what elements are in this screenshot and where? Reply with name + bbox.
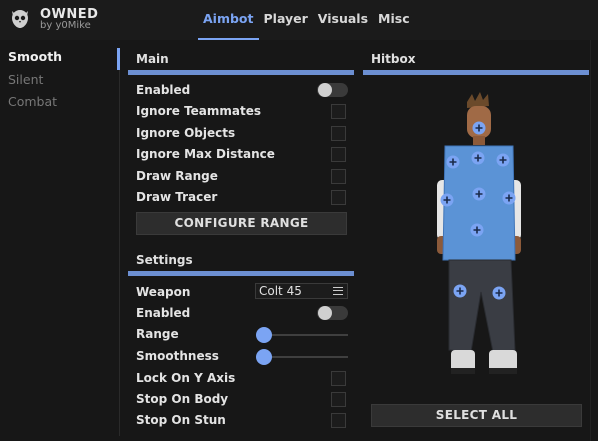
smoothness-row: Smoothness [136, 346, 348, 367]
weapon-select-value: Colt 45 [259, 284, 302, 298]
main-section-title: Main [136, 52, 169, 66]
sidebar-active-indicator [117, 48, 120, 70]
weapon-row: Weapon Colt 45 [136, 282, 348, 303]
lock-y-axis-label: Lock On Y Axis [136, 371, 236, 385]
ignore-teammates-row: Ignore Teammates [136, 101, 348, 122]
app-window: OWNED by y0Mike Aimbot Player Visuals Mi… [0, 0, 598, 441]
hitbox-section-bar [363, 70, 589, 75]
stop-on-body-row: Stop On Body [136, 389, 348, 410]
sidebar-item-combat[interactable]: Combat [0, 91, 117, 114]
ignore-objects-label: Ignore Objects [136, 126, 236, 140]
sidebar-item-silent[interactable]: Silent [0, 69, 117, 92]
app-subtitle: by y0Mike [40, 20, 91, 31]
crosshair-plus-icon[interactable] [446, 155, 460, 169]
ignore-objects-checkbox[interactable] [331, 126, 346, 141]
draw-tracer-row: Draw Tracer [136, 187, 348, 208]
settings-section-title: Settings [136, 253, 193, 267]
stop-on-stun-checkbox[interactable] [331, 413, 346, 428]
main-enabled-label: Enabled [136, 83, 191, 97]
configure-range-button[interactable]: CONFIGURE RANGE [136, 212, 347, 235]
tab-misc[interactable]: Misc [373, 0, 415, 40]
range-label: Range [136, 327, 179, 341]
ignore-max-distance-row: Ignore Max Distance [136, 144, 348, 165]
crosshair-plus-icon[interactable] [471, 151, 485, 165]
slider-thumb[interactable] [256, 327, 272, 343]
stop-on-body-checkbox[interactable] [331, 392, 346, 407]
toggle-knob [318, 83, 332, 97]
ignore-max-distance-label: Ignore Max Distance [136, 147, 275, 161]
sidebar-item-smooth[interactable]: Smooth [0, 46, 117, 69]
stop-on-body-label: Stop On Body [136, 392, 229, 406]
draw-range-checkbox[interactable] [331, 169, 346, 184]
crosshair-plus-icon[interactable] [470, 223, 484, 237]
hitbox-markers [440, 121, 516, 300]
ignore-max-distance-checkbox[interactable] [331, 147, 346, 162]
stop-on-stun-label: Stop On Stun [136, 413, 226, 427]
settings-enabled-label: Enabled [136, 306, 191, 320]
lock-y-axis-checkbox[interactable] [331, 371, 346, 386]
crosshair-plus-icon[interactable] [502, 191, 516, 205]
smoothness-slider[interactable] [256, 349, 348, 365]
tab-visuals[interactable]: Visuals [313, 0, 373, 40]
ignore-teammates-label: Ignore Teammates [136, 104, 262, 118]
crosshair-plus-icon[interactable] [472, 187, 486, 201]
hamburger-menu-icon [333, 287, 343, 295]
sidebar: Smooth Silent Combat [0, 46, 117, 114]
ignore-teammates-checkbox[interactable] [331, 104, 346, 119]
crosshair-plus-icon[interactable] [453, 284, 467, 298]
weapon-select[interactable]: Colt 45 [255, 283, 348, 299]
tab-player[interactable]: Player [259, 0, 313, 40]
crosshair-plus-icon[interactable] [496, 153, 510, 167]
draw-tracer-checkbox[interactable] [331, 190, 346, 205]
tab-aimbot[interactable]: Aimbot [198, 0, 259, 40]
stop-on-stun-row: Stop On Stun [136, 410, 348, 431]
select-all-button[interactable]: SELECT ALL [371, 404, 582, 427]
main-section-bar [128, 70, 354, 75]
toggle-knob [318, 306, 332, 320]
hitbox-section-title: Hitbox [371, 52, 416, 66]
main-enabled-toggle[interactable] [317, 83, 348, 97]
sidebar-divider [119, 70, 120, 436]
smoothness-label: Smoothness [136, 349, 219, 363]
lock-y-axis-row: Lock On Y Axis [136, 368, 348, 389]
ignore-objects-row: Ignore Objects [136, 123, 348, 144]
crosshair-plus-icon[interactable] [472, 121, 486, 135]
crosshair-plus-icon[interactable] [492, 286, 506, 300]
draw-range-row: Draw Range [136, 166, 348, 187]
draw-range-label: Draw Range [136, 169, 218, 183]
main-enabled-row: Enabled [136, 80, 348, 101]
range-row: Range [136, 324, 348, 345]
settings-enabled-row: Enabled [136, 303, 348, 324]
weapon-label: Weapon [136, 285, 191, 299]
owl-logo-icon [12, 10, 28, 28]
slider-thumb[interactable] [256, 349, 272, 365]
header-bar: OWNED by y0Mike Aimbot Player Visuals Mi… [0, 0, 598, 40]
crosshair-plus-icon[interactable] [440, 193, 454, 207]
draw-tracer-label: Draw Tracer [136, 190, 218, 204]
range-slider[interactable] [256, 327, 348, 343]
settings-enabled-toggle[interactable] [317, 306, 348, 320]
tab-bar: Aimbot Player Visuals Misc [198, 0, 415, 40]
settings-section-bar [128, 271, 354, 276]
